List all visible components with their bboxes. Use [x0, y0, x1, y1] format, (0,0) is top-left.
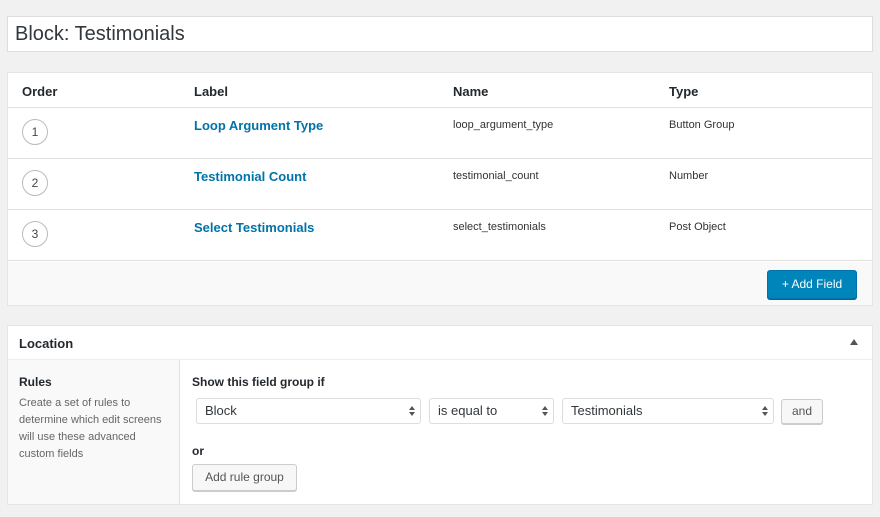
location-header[interactable]: Location [8, 326, 872, 360]
fields-footer: + Add Field [8, 262, 872, 305]
rule-value-select[interactable]: Testimonials [562, 398, 774, 424]
field-type: Number [669, 170, 709, 182]
select-arrows-icon [762, 406, 768, 416]
select-arrows-icon [409, 406, 415, 416]
location-title: Location [19, 336, 74, 351]
add-field-button[interactable]: + Add Field [767, 270, 857, 299]
rules-title: Rules [19, 375, 52, 389]
field-name: loop_argument_type [453, 119, 554, 131]
field-label-link[interactable]: Loop Argument Type [194, 118, 323, 133]
rule-value-value: Testimonials [571, 403, 643, 418]
select-arrows-icon [542, 406, 548, 416]
field-row[interactable]: 3 Select Testimonials select_testimonial… [8, 210, 872, 261]
fields-table-header: Order Label Name Type [8, 73, 872, 108]
rules-description: Create a set of rules to determine which… [19, 397, 162, 460]
field-order-handle[interactable]: 1 [22, 119, 48, 145]
field-label-link[interactable]: Testimonial Count [194, 169, 306, 184]
or-label: or [192, 444, 204, 458]
location-panel: Location Rules Create a set of rules to … [7, 325, 873, 505]
add-rule-group-button[interactable]: Add rule group [192, 464, 297, 491]
field-label-link[interactable]: Select Testimonials [194, 220, 314, 235]
field-row[interactable]: 1 Loop Argument Type loop_argument_type … [8, 108, 872, 159]
header-name: Name [453, 84, 489, 99]
rule-operator-value: is equal to [438, 403, 498, 418]
rule-param-value: Block [205, 403, 237, 418]
field-name: testimonial_count [453, 170, 539, 182]
field-order-handle[interactable]: 2 [22, 170, 48, 196]
header-type: Type [669, 84, 699, 99]
field-row[interactable]: 2 Testimonial Count testimonial_count Nu… [8, 159, 872, 210]
rules-sidebar: Rules Create a set of rules to determine… [8, 360, 180, 504]
field-type: Post Object [669, 221, 726, 233]
title-field-wrapper [7, 16, 873, 52]
field-group-title-input[interactable] [8, 17, 872, 51]
show-if-label: Show this field group if [192, 375, 325, 389]
field-order-handle[interactable]: 3 [22, 221, 48, 247]
header-label: Label [194, 84, 228, 99]
field-type: Button Group [669, 119, 735, 131]
fields-panel: Order Label Name Type 1 Loop Argument Ty… [7, 72, 873, 306]
field-name: select_testimonials [453, 221, 546, 233]
triangle-up-icon[interactable] [850, 339, 858, 345]
header-order: Order [22, 84, 58, 99]
rule-operator-select[interactable]: is equal to [429, 398, 554, 424]
and-button[interactable]: and [781, 399, 823, 424]
rules-main: Show this field group if Block is equal … [192, 360, 862, 504]
rule-param-select[interactable]: Block [196, 398, 421, 424]
